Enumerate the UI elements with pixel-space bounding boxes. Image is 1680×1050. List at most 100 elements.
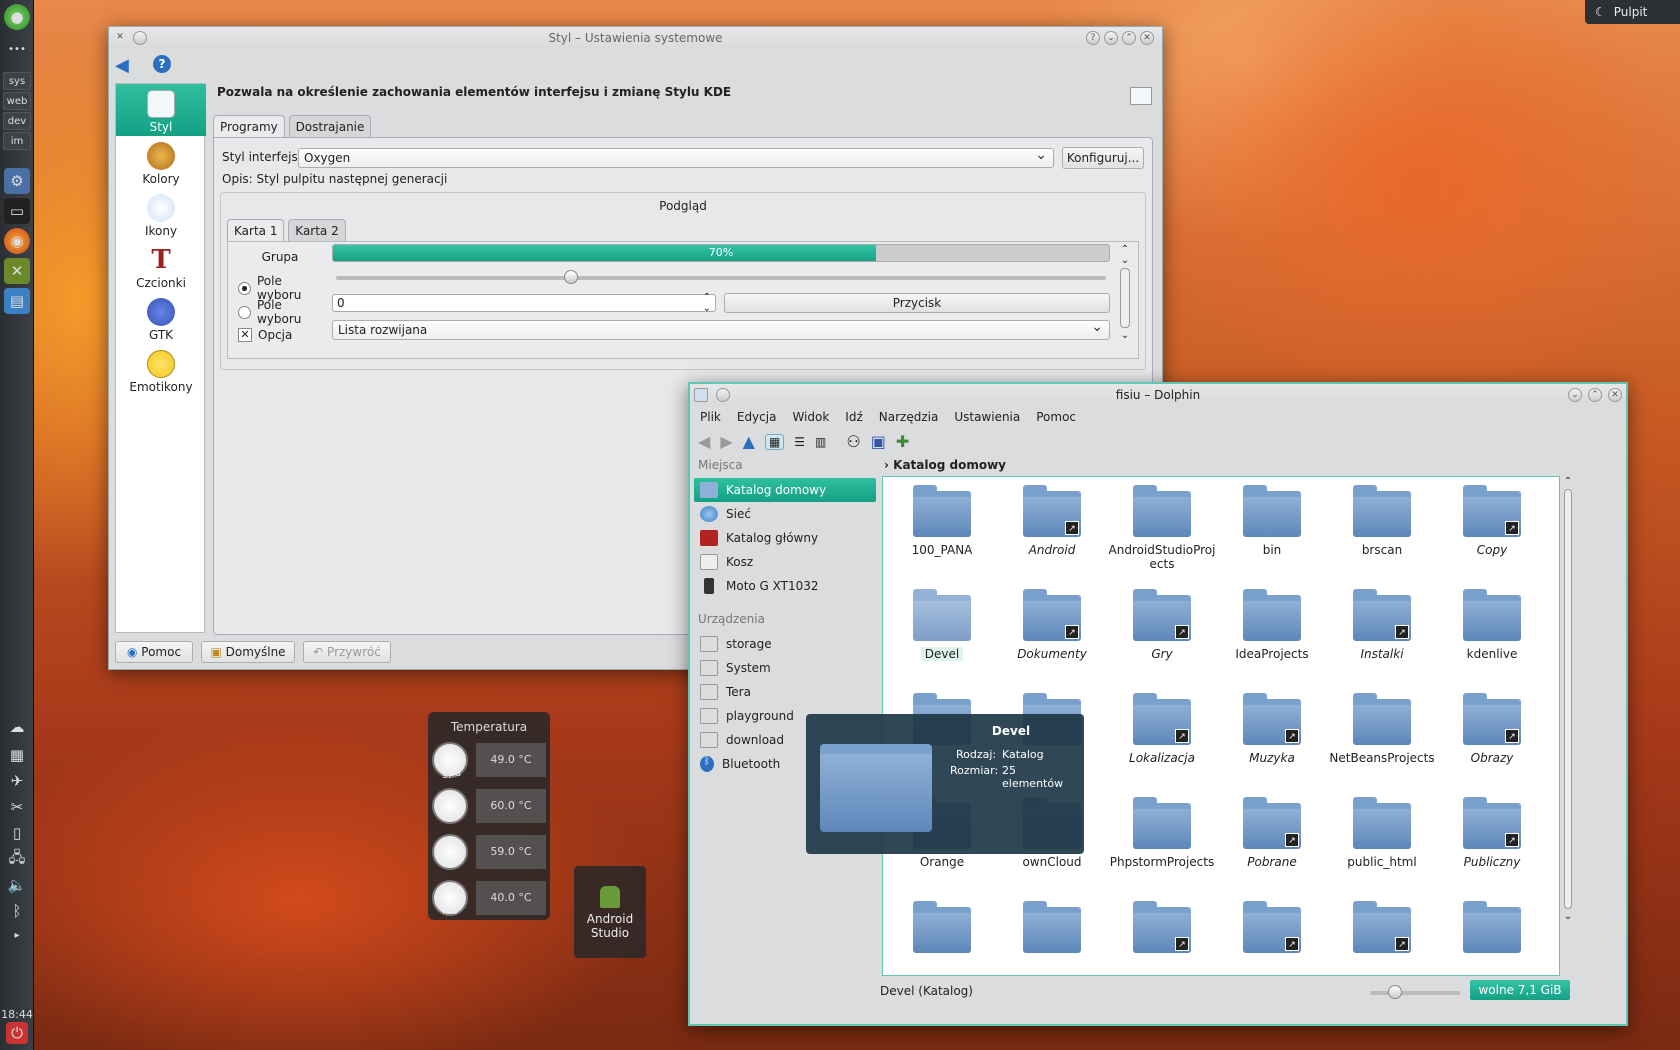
desktop-dev[interactable]: dev: [3, 112, 31, 130]
dolphin-task-icon[interactable]: ▤: [4, 288, 30, 314]
folder-item[interactable]: ↗ Lokalizacja: [1107, 693, 1217, 765]
activities-icon[interactable]: •••: [4, 36, 30, 62]
menu-widok[interactable]: Widok: [792, 410, 829, 424]
folder-item[interactable]: AndroidStudioProjects: [1107, 485, 1217, 571]
maximize-icon[interactable]: ⌃: [1588, 388, 1602, 402]
up-icon[interactable]: ▲: [743, 432, 755, 451]
spin-box[interactable]: 0 ⌃ ⌄: [332, 292, 716, 314]
kde-menu-icon[interactable]: ●: [4, 4, 30, 30]
sidebar-item-kolory[interactable]: Kolory: [116, 136, 206, 188]
network-icon[interactable]: 🖧: [4, 846, 30, 872]
zoom-handle[interactable]: [1388, 985, 1402, 999]
device-icon[interactable]: ▯: [4, 820, 30, 846]
pin-icon[interactable]: [133, 31, 147, 45]
menu-pomoc[interactable]: Pomoc: [1036, 410, 1076, 424]
scroll-thumb[interactable]: [1120, 268, 1130, 328]
settings-menu-icon[interactable]: ✕: [113, 31, 127, 45]
folder-item[interactable]: ↗ Publiczny: [1437, 797, 1547, 869]
tab-programy[interactable]: Programy: [213, 115, 285, 137]
place-phone[interactable]: Moto G XT1032: [694, 574, 876, 598]
device-storage[interactable]: storage: [694, 632, 876, 656]
folder-item[interactable]: ↗ Obrazy: [1437, 693, 1547, 765]
forward-icon[interactable]: ▶: [720, 432, 732, 451]
close-icon[interactable]: ✕: [1140, 31, 1154, 45]
tab-karta-1[interactable]: Karta 1: [227, 219, 285, 241]
place-root[interactable]: Katalog główny: [694, 526, 876, 550]
icons-view-icon[interactable]: ▦: [764, 433, 785, 450]
scroll-down-icon-2[interactable]: ⌄: [1118, 330, 1132, 341]
checkbox-option[interactable]: ✕ Opcja: [238, 328, 292, 342]
configure-button[interactable]: Konfiguruj...: [1062, 147, 1144, 169]
settings-titlebar[interactable]: ✕ Styl – Ustawienia systemowe ? ⌄ ⌃ ✕: [109, 27, 1162, 49]
tab-karta-2[interactable]: Karta 2: [288, 219, 346, 241]
help-icon[interactable]: ?: [153, 55, 171, 73]
sidebar-item-czcionki[interactable]: T Czcionki: [116, 240, 206, 292]
sidebar-item-emotikony[interactable]: Emotikony: [116, 344, 206, 396]
style-combo[interactable]: Oxygen: [298, 146, 1054, 168]
back-icon[interactable]: ◀: [115, 55, 129, 76]
folder-item[interactable]: Devel: [887, 589, 997, 661]
menu-ustawienia[interactable]: Ustawienia: [954, 410, 1020, 424]
back-icon[interactable]: ◀: [698, 432, 710, 451]
zoom-slider[interactable]: [1370, 991, 1460, 995]
temperature-widget[interactable]: Temperatura gpu 49.0 °C 60.0 °C 59.0 °C …: [428, 712, 550, 920]
folder-item[interactable]: kdenlive: [1437, 589, 1547, 661]
menu-narzedzia[interactable]: Narzędzia: [879, 410, 939, 424]
view-scrollbar[interactable]: ⌃ ⌄: [1562, 476, 1574, 976]
desktop-im[interactable]: im: [3, 132, 31, 150]
folder-item[interactable]: ↗ Android: [997, 485, 1107, 557]
weather-icon[interactable]: ☁: [4, 714, 30, 740]
android-studio-launcher[interactable]: Android Studio: [574, 866, 646, 958]
scroll-down-icon[interactable]: ⌄: [1562, 911, 1574, 922]
scissors-icon[interactable]: ✂: [4, 794, 30, 820]
split-view-icon[interactable]: ▥: [815, 435, 826, 449]
scroll-thumb[interactable]: [1564, 489, 1572, 909]
folder-item[interactable]: NetBeansProjects: [1327, 693, 1437, 765]
plane-icon[interactable]: ✈: [4, 768, 30, 794]
folder-item[interactable]: 100_PANA: [887, 485, 997, 557]
sidebar-item-gtk[interactable]: GTK: [116, 292, 206, 344]
folder-item[interactable]: IdeaProjects: [1217, 589, 1327, 661]
device-system[interactable]: System: [694, 656, 876, 680]
folder-item[interactable]: [1437, 901, 1547, 959]
folder-item[interactable]: ↗ Gry: [1107, 589, 1217, 661]
help-button[interactable]: ◉ Pomoc: [115, 641, 193, 663]
settings-task-icon[interactable]: ⚙: [4, 168, 30, 194]
scroll-up-icon[interactable]: ⌃: [1562, 476, 1574, 487]
place-trash[interactable]: Kosz: [694, 550, 876, 574]
new-tab-icon[interactable]: ✚: [896, 432, 909, 451]
preview-button[interactable]: Przycisk: [724, 293, 1110, 313]
volume-icon[interactable]: 🔈: [4, 872, 30, 898]
folder-item[interactable]: ↗ Instalki: [1327, 589, 1437, 661]
expand-icon[interactable]: ▸: [4, 922, 30, 948]
tools-task-icon[interactable]: ✕: [4, 258, 30, 284]
power-icon[interactable]: ⏻: [6, 1022, 28, 1044]
desktop-web[interactable]: web: [3, 92, 31, 110]
bluetooth-icon[interactable]: ᛒ: [4, 898, 30, 924]
device-tera[interactable]: Tera: [694, 680, 876, 704]
help-title-icon[interactable]: ?: [1086, 31, 1100, 45]
folder-item[interactable]: ↗ Muzyka: [1217, 693, 1327, 765]
folder-item[interactable]: PhpstormProjects: [1107, 797, 1217, 869]
menu-edycja[interactable]: Edycja: [737, 410, 777, 424]
free-space[interactable]: wolne 7,1 GiB: [1470, 980, 1570, 1000]
tab-dostrajanie[interactable]: Dostrajanie: [288, 115, 372, 137]
folder-item[interactable]: ↗ Dokumenty: [997, 589, 1107, 661]
terminal-task-icon[interactable]: ▭: [4, 198, 30, 224]
pulpit-button[interactable]: ☾ Pulpit: [1585, 0, 1680, 24]
dolphin-menu-icon[interactable]: [694, 388, 708, 402]
radio-2[interactable]: Pole wyboru: [238, 298, 330, 326]
defaults-button[interactable]: ▣ Domyślne: [201, 641, 295, 663]
folder-item[interactable]: brscan: [1327, 485, 1437, 557]
clock[interactable]: 18:44: [0, 1008, 34, 1021]
sidebar-item-styl[interactable]: Styl: [116, 84, 206, 136]
sidebar-item-ikony[interactable]: Ikony: [116, 188, 206, 240]
maximize-icon[interactable]: ⌃: [1122, 31, 1136, 45]
pin-icon[interactable]: [716, 388, 730, 402]
folder-item[interactable]: [997, 901, 1107, 959]
place-network[interactable]: Sieć: [694, 502, 876, 526]
minimize-icon[interactable]: ⌄: [1568, 388, 1582, 402]
dolphin-titlebar[interactable]: fisiu – Dolphin ⌄ ⌃ ✕: [690, 384, 1626, 406]
breadcrumb[interactable]: › Katalog domowy: [884, 458, 1006, 472]
place-home[interactable]: Katalog domowy: [694, 478, 876, 502]
